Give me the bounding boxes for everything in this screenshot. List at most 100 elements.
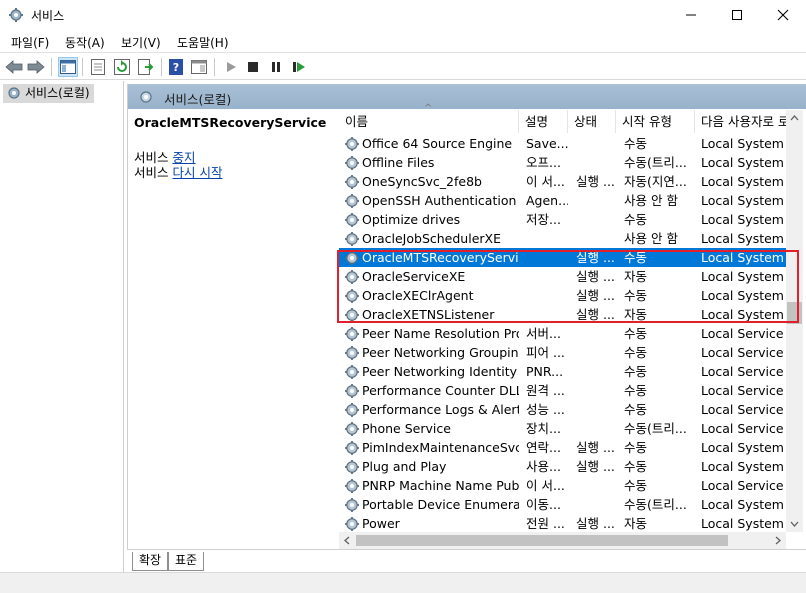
service-logon-as: Local Service xyxy=(701,364,784,379)
back-button[interactable] xyxy=(4,57,24,77)
service-status: 실행 ... xyxy=(576,174,615,189)
close-icon xyxy=(777,9,789,21)
service-startup-type: 수동 xyxy=(624,440,648,455)
service-row[interactable]: Peer Name Resolution Prot... 서버... 수동 Local… xyxy=(339,324,801,343)
service-row[interactable]: OracleXETNSListener 실행 ... 자동 Local System xyxy=(339,305,801,324)
minimize-button[interactable] xyxy=(668,0,714,30)
service-row[interactable]: Plug and Play 사용... 실행 ... 수동 Local System xyxy=(339,457,801,476)
column-header-logon-as[interactable]: 다음 사용자로 로그온 xyxy=(695,110,787,133)
service-row[interactable]: OracleXEClrAgent 실행 ... 수동 Local System xyxy=(339,286,801,305)
maximize-icon xyxy=(732,10,742,20)
scroll-right-icon xyxy=(775,536,781,545)
service-row[interactable]: Performance Counter DLL ... 원격 ... 수동 Local… xyxy=(339,381,801,400)
service-row[interactable]: PNRP Machine Name Publi... 이 서... 수동 Local … xyxy=(339,476,801,495)
restart-service-link[interactable]: 다시 시작 xyxy=(172,165,222,180)
service-description: 피어 ... xyxy=(526,345,565,360)
tree-item-services-local[interactable]: 서비스(로컬) xyxy=(3,84,94,103)
maximize-button[interactable] xyxy=(714,0,760,30)
service-name: OneSyncSvc_2fe8b xyxy=(362,174,482,189)
service-status: 실행 ... xyxy=(576,288,615,303)
status-bar xyxy=(0,572,806,593)
menu-action[interactable]: 동작(A) xyxy=(65,34,105,51)
pause-service-button[interactable] xyxy=(266,57,286,77)
forward-button[interactable] xyxy=(26,57,46,77)
service-description: 성능 ... xyxy=(526,402,565,417)
horizontal-scroll-thumb[interactable] xyxy=(356,535,728,546)
menu-file[interactable]: 파일(F) xyxy=(11,34,49,51)
service-row[interactable]: OracleMTSRecoveryService 실행 ... 수동 Local Sy… xyxy=(339,248,801,267)
refresh-button[interactable] xyxy=(112,57,132,77)
pause-service-icon xyxy=(272,62,280,72)
restart-service-button[interactable] xyxy=(289,57,309,77)
service-row[interactable]: OracleServiceXE 실행 ... 자동 Local System xyxy=(339,267,801,286)
service-name: OracleXEClrAgent xyxy=(362,288,474,303)
service-status: 실행 ... xyxy=(576,269,615,284)
show-action-pane-button[interactable] xyxy=(189,57,209,77)
column-header-name[interactable]: 이름 xyxy=(339,110,519,133)
column-header-startup-type[interactable]: 시작 유형 xyxy=(616,110,695,133)
restart-action-prefix: 서비스 xyxy=(134,165,173,180)
service-row[interactable]: Peer Networking Grouping 피어 ... 수동 Local Se… xyxy=(339,343,801,362)
service-startup-type: 수동(트리... xyxy=(624,155,687,170)
tab-extended[interactable]: 확장 xyxy=(132,552,169,571)
service-logon-as: Local System xyxy=(701,516,784,531)
column-header-description[interactable]: 설명 xyxy=(519,110,568,133)
service-description: 이동... xyxy=(526,497,561,512)
service-row[interactable]: Performance Logs & Alerts 성능 ... 수동 Local S… xyxy=(339,400,801,419)
service-startup-type: 수동 xyxy=(624,478,648,493)
service-status: 실행 ... xyxy=(576,516,615,531)
vertical-scroll-thumb[interactable] xyxy=(787,302,802,324)
menu-view[interactable]: 보기(V) xyxy=(121,34,161,51)
service-description: 원격 ... xyxy=(526,383,565,398)
services-gear-icon xyxy=(140,91,152,103)
service-gear-icon xyxy=(345,194,359,208)
service-gear-icon xyxy=(345,422,359,436)
service-description: 저장... xyxy=(526,212,561,227)
service-logon-as: Local System xyxy=(701,193,784,208)
menu-help[interactable]: 도움말(H) xyxy=(177,34,229,51)
column-header-status[interactable]: 상태 xyxy=(568,110,616,133)
service-row[interactable]: Optimize drives 저장... 수동 Local System xyxy=(339,210,801,229)
service-row[interactable]: OracleJobSchedulerXE 사용 안 함 Local System xyxy=(339,229,801,248)
service-logon-as: Local System xyxy=(701,212,784,227)
service-name: OracleServiceXE xyxy=(362,269,466,284)
service-startup-type: 자동 xyxy=(624,269,648,284)
view-tabs: 확장 표준 xyxy=(127,549,806,572)
stop-service-button[interactable] xyxy=(243,57,263,77)
service-logon-as: Local Service xyxy=(701,421,784,436)
service-startup-type: 수동 xyxy=(624,250,648,265)
service-logon-as: Local Service xyxy=(701,326,784,341)
service-status: 실행 ... xyxy=(576,440,615,455)
service-name: Phone Service xyxy=(362,421,451,436)
service-row[interactable]: OpenSSH Authentication A... Agen... 사용 안 함… xyxy=(339,191,801,210)
service-startup-type: 자동 xyxy=(624,307,648,322)
show-hide-console-tree-button[interactable] xyxy=(58,57,78,77)
service-gear-icon xyxy=(345,289,359,303)
service-row[interactable]: OneSyncSvc_2fe8b 이 서... 실행 ... 자동(지연... Loca… xyxy=(339,172,801,191)
service-logon-as: Local System xyxy=(701,231,784,246)
service-row[interactable]: Portable Device Enumerato... 이동... 수동(트리..… xyxy=(339,495,801,514)
service-logon-as: Local System xyxy=(701,307,784,322)
close-button[interactable] xyxy=(760,0,806,30)
export-list-button[interactable] xyxy=(136,57,156,77)
service-row[interactable]: Power 전원 ... 실행 ... 자동 Local System xyxy=(339,514,801,532)
service-row[interactable]: Offline Files 오프... 수동(트리... Local System xyxy=(339,153,801,172)
properties-button[interactable] xyxy=(88,57,108,77)
help-icon: ? xyxy=(169,59,183,75)
service-row[interactable]: PimIndexMaintenanceSvc_... 연락... 실행 ... 수동 L… xyxy=(339,438,801,457)
service-row[interactable]: Office 64 Source Engine Save... 수동 Local Sy… xyxy=(339,134,801,153)
service-description: 사용... xyxy=(526,459,561,474)
service-logon-as: Local System xyxy=(701,440,784,455)
services-list: Office 64 Source Engine Save... 수동 Local Sy… xyxy=(339,134,801,532)
list-header: 이름 설명 상태 시작 유형 다음 사용자로 로그온 xyxy=(339,110,806,133)
tab-standard[interactable]: 표준 xyxy=(168,552,205,571)
service-row[interactable]: Phone Service 장치... 수동(트리... Local Service xyxy=(339,419,801,438)
console-tree-icon xyxy=(60,60,76,74)
stop-service-icon xyxy=(248,62,258,72)
service-status: 실행 ... xyxy=(576,250,615,265)
service-name: Performance Logs & Alerts xyxy=(362,402,519,417)
service-logon-as: Local System xyxy=(701,288,784,303)
start-service-button[interactable] xyxy=(221,57,241,77)
service-row[interactable]: Peer Networking Identity ... PNR... 수동 Loca… xyxy=(339,362,801,381)
help-button[interactable]: ? xyxy=(166,57,186,77)
